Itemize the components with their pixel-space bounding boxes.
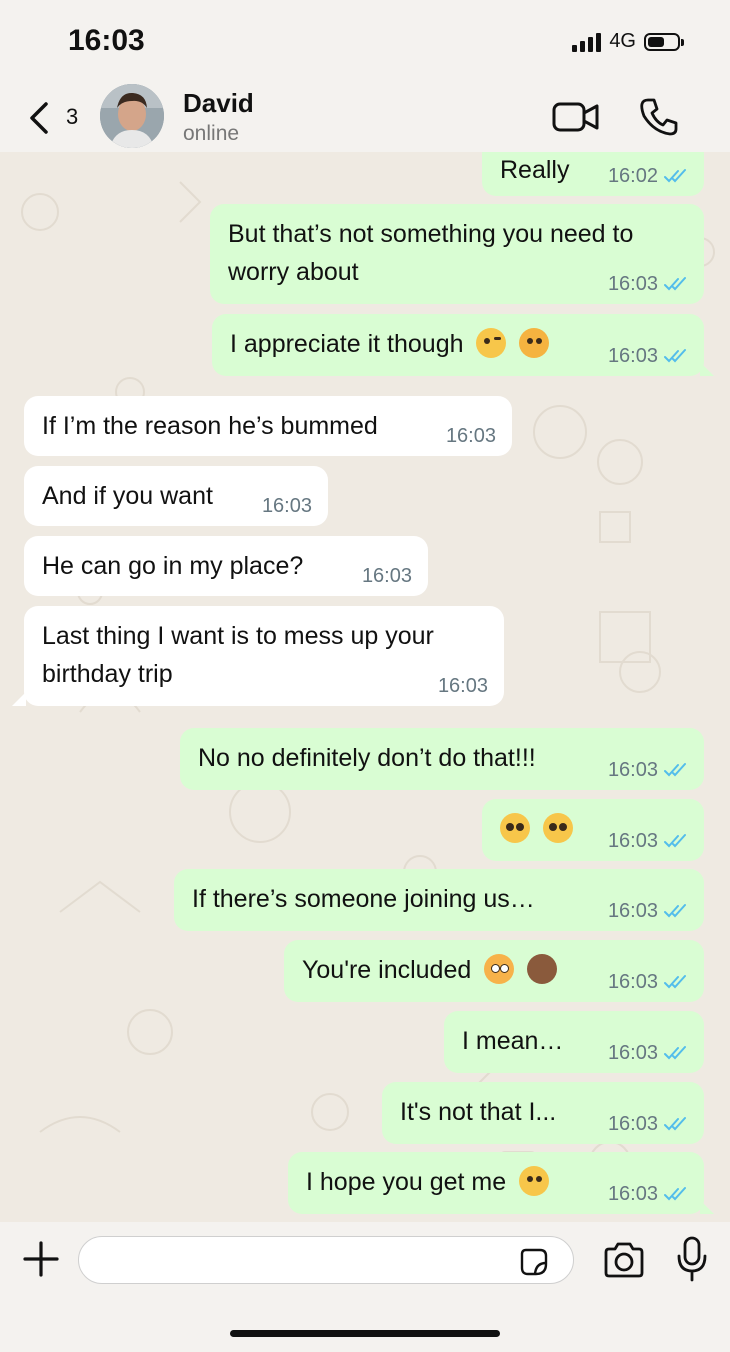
- message-bubble-outgoing[interactable]: I mean… 16:03: [444, 1011, 704, 1073]
- pleading-face-icon: [542, 813, 573, 843]
- camera-icon[interactable]: [602, 1242, 646, 1278]
- message-text: I hope you get me: [306, 1168, 507, 1196]
- message-time: 16:03: [607, 1042, 658, 1064]
- message-text: Really: [500, 156, 570, 184]
- message-meta: 16:03: [608, 1043, 690, 1063]
- face-with-hand-over-mouth-icon: [519, 328, 550, 358]
- message-bubble-incoming[interactable]: And if you want 16:03: [24, 466, 328, 526]
- message-time: 16:03: [607, 345, 658, 367]
- message-time: 16:03: [445, 425, 496, 447]
- message-meta: 16:03: [608, 274, 690, 294]
- message-bubble-incoming[interactable]: He can go in my place? 16:03: [24, 536, 428, 596]
- message-time: 16:03: [261, 495, 312, 517]
- message-time: 16:03: [437, 675, 488, 697]
- chat-header: 3 David online: [0, 80, 730, 152]
- message-text: It's not that I...: [400, 1098, 557, 1126]
- video-call-icon[interactable]: [552, 100, 600, 134]
- battery-icon: [644, 32, 684, 51]
- bubble-tail: [700, 362, 714, 376]
- plus-icon[interactable]: [22, 1240, 60, 1278]
- read-receipt-icon: [664, 834, 686, 848]
- message-time: 16:03: [607, 1183, 658, 1205]
- message-time: 16:03: [607, 1113, 658, 1135]
- back-chevron-icon[interactable]: [22, 98, 62, 138]
- home-indicator: [230, 1330, 500, 1337]
- read-receipt-icon: [664, 975, 686, 989]
- message-time: 16:03: [607, 900, 658, 922]
- message-time: 16:03: [607, 971, 658, 993]
- message-time: 16:03: [607, 830, 658, 852]
- sticker-icon[interactable]: [520, 1248, 548, 1276]
- composer-bar: [0, 1222, 730, 1352]
- status-indicators: 4G: [572, 30, 684, 53]
- message-meta: 16:03: [608, 346, 690, 366]
- grimacing-face-icon: [519, 1166, 550, 1196]
- message-meta: 16:03: [608, 972, 690, 992]
- message-meta: 16:03: [608, 1184, 690, 1204]
- message-text: I mean…: [462, 1027, 564, 1055]
- bubble-tail: [12, 692, 26, 706]
- read-receipt-icon: [664, 349, 686, 363]
- signal-icon: [572, 32, 602, 52]
- message-meta: 16:03: [362, 566, 412, 586]
- message-meta: 16:03: [608, 831, 690, 851]
- network-type: 4G: [609, 30, 636, 52]
- message-meta: 16:02: [608, 166, 690, 186]
- message-bubble-incoming[interactable]: If I’m the reason he’s bummed 16:03: [24, 396, 512, 456]
- chat-messages[interactable]: Really 16:02 But that’s not something yo…: [0, 152, 730, 1222]
- see-no-evil-monkey-icon: [527, 954, 558, 984]
- contact-status: online: [183, 122, 240, 145]
- message-time: 16:02: [607, 165, 658, 187]
- message-bubble-outgoing[interactable]: You're included 16:03: [284, 940, 704, 1002]
- message-text: No no definitely don’t do that!!!: [198, 744, 536, 772]
- message-text: He can go in my place?: [42, 552, 304, 580]
- read-receipt-icon: [664, 1187, 686, 1201]
- avatar[interactable]: [100, 84, 164, 148]
- message-input[interactable]: [78, 1236, 574, 1284]
- read-receipt-icon: [664, 904, 686, 918]
- message-bubble-outgoing[interactable]: I hope you get me 16:03: [288, 1152, 704, 1214]
- message-time: 16:03: [607, 759, 658, 781]
- message-meta: 16:03: [446, 426, 496, 446]
- microphone-icon[interactable]: [676, 1236, 708, 1282]
- read-receipt-icon: [664, 763, 686, 777]
- message-bubble-outgoing[interactable]: It's not that I... 16:03: [382, 1082, 704, 1144]
- message-bubble-incoming[interactable]: Last thing I want is to mess up your bir…: [24, 606, 504, 706]
- message-meta: 16:03: [608, 901, 690, 921]
- message-meta: 16:03: [608, 1114, 690, 1134]
- message-meta: 16:03: [262, 496, 312, 516]
- message-bubble-outgoing[interactable]: Really 16:02: [482, 152, 704, 196]
- status-bar: 16:03 4G: [0, 0, 730, 80]
- message-text: And if you want: [42, 482, 213, 510]
- phone-call-icon[interactable]: [638, 96, 680, 138]
- message-time: 16:03: [361, 565, 412, 587]
- message-bubble-outgoing[interactable]: But that’s not something you need to wor…: [210, 204, 704, 304]
- message-bubble-outgoing[interactable]: 16:03: [482, 799, 704, 861]
- unread-count[interactable]: 3: [66, 104, 78, 130]
- message-text: You're included: [302, 956, 472, 984]
- message-bubble-outgoing[interactable]: No no definitely don’t do that!!! 16:03: [180, 728, 704, 790]
- message-bubble-outgoing[interactable]: I appreciate it though 16:03: [212, 314, 704, 376]
- read-receipt-icon: [664, 277, 686, 291]
- bubble-tail: [700, 1200, 714, 1214]
- contact-name[interactable]: David: [183, 88, 254, 119]
- message-text: I appreciate it though: [230, 330, 464, 358]
- message-meta: 16:03: [438, 676, 488, 696]
- flushed-face-icon: [484, 954, 515, 984]
- message-bubble-outgoing[interactable]: If there’s someone joining us… 16:03: [174, 869, 704, 931]
- read-receipt-icon: [664, 1046, 686, 1060]
- face-blowing-kiss-icon: [476, 328, 507, 358]
- message-text: If there’s someone joining us…: [192, 885, 535, 913]
- message-time: 16:03: [607, 273, 658, 295]
- message-text: Last thing I want is to mess up your bir…: [42, 622, 434, 688]
- read-receipt-icon: [664, 169, 686, 183]
- status-time: 16:03: [68, 24, 145, 57]
- read-receipt-icon: [664, 1117, 686, 1131]
- message-text: If I’m the reason he’s bummed: [42, 412, 378, 440]
- pleading-face-icon: [500, 813, 530, 843]
- message-meta: 16:03: [608, 760, 690, 780]
